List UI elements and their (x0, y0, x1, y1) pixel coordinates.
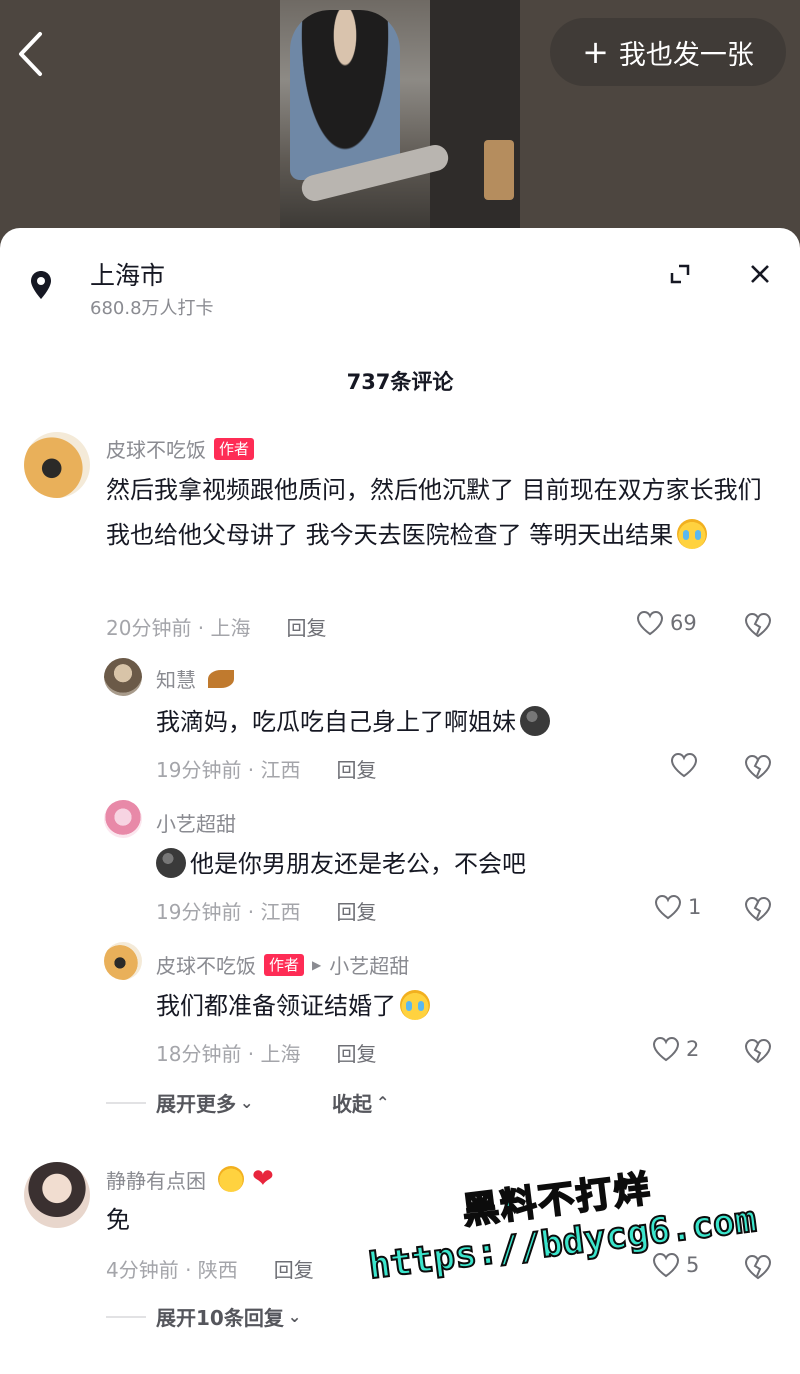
comment-username[interactable]: 皮球不吃饭 作者 (106, 434, 255, 463)
comment-time: 19分钟前 · 江西 (156, 900, 301, 924)
back-button[interactable] (12, 28, 48, 80)
heart-emoji-icon: ❤ (252, 1164, 274, 1194)
heart-icon (652, 1036, 680, 1062)
broken-heart-icon (744, 612, 772, 638)
like-count: 1 (688, 895, 702, 919)
location-pin-icon (24, 268, 58, 302)
plus-icon: + (582, 33, 609, 71)
comment-username[interactable]: 小艺超甜 (156, 808, 236, 837)
divider (106, 1101, 146, 1104)
reply-button[interactable]: 回复 (287, 612, 327, 641)
comment-meta: 4分钟前 · 陕西 回复 (106, 1254, 314, 1283)
crying-emoji-icon (400, 990, 430, 1020)
like-button[interactable] (670, 752, 704, 778)
post-photo-label: 我也发一张 (618, 39, 754, 71)
ball-emoji-icon (520, 706, 550, 736)
expand-icon (670, 264, 690, 284)
reply-button[interactable]: 回复 (337, 1038, 377, 1067)
comment-text: 他是你男朋友还是老公，不会吧 (156, 842, 756, 887)
comment-meta: 18分钟前 · 上海 回复 (156, 1038, 377, 1067)
crying-emoji-icon (677, 519, 708, 549)
like-count: 69 (670, 611, 697, 635)
dislike-button[interactable] (742, 610, 774, 640)
broken-heart-icon (744, 896, 772, 922)
comment-time: 4分钟前 · 陕西 (106, 1258, 238, 1282)
reply-button[interactable]: 回复 (337, 754, 377, 783)
broken-heart-icon (744, 1038, 772, 1064)
dislike-button[interactable] (742, 1036, 774, 1066)
reply-button[interactable]: 回复 (337, 896, 377, 925)
expand-replies-button[interactable]: 展开10条回复 ⌄ (106, 1302, 301, 1331)
comment-time: 18分钟前 · 上海 (156, 1042, 301, 1066)
reply-arrow-icon: ▶ (312, 957, 322, 972)
chevron-down-icon: ⌄ (287, 1307, 302, 1326)
expand-more-button[interactable]: 展开更多 ⌄ (106, 1088, 253, 1117)
comment-time: 20分钟前 · 上海 (106, 616, 251, 640)
leaf-icon (208, 669, 234, 688)
chevron-down-icon: ⌄ (240, 1093, 254, 1112)
divider (106, 1315, 146, 1318)
reply-button[interactable]: 回复 (274, 1254, 314, 1283)
comment-username[interactable]: 知慧 (156, 664, 234, 693)
post-photo[interactable] (280, 0, 520, 228)
comment-time: 19分钟前 · 江西 (156, 758, 301, 782)
author-badge: 作者 (214, 437, 255, 460)
avatar[interactable] (24, 432, 90, 498)
heart-icon (636, 610, 664, 636)
comment-username[interactable]: 静静有点困 ❤ (106, 1164, 274, 1194)
heart-icon (670, 752, 698, 778)
avatar[interactable] (104, 658, 142, 696)
comment-text: 我滴妈，吃瓜吃自己身上了啊姐妹 (156, 700, 756, 745)
location-checkins: 680.8万人打卡 (90, 298, 214, 319)
avatar[interactable] (24, 1162, 90, 1228)
like-button[interactable]: 5 (652, 1252, 699, 1278)
comment-text: 然后我拿视频跟他质问，然后他沉默了 目前现在双方家长我们我也给他父母讲了 我今天… (106, 476, 762, 549)
chevron-up-icon: ⌃ (376, 1093, 390, 1112)
close-button[interactable] (742, 256, 778, 292)
heart-icon (654, 894, 682, 920)
comment-text: 我们都准备领证结婚了 (156, 984, 756, 1029)
location-title[interactable]: 上海市 (90, 256, 165, 292)
close-icon (751, 265, 769, 283)
comment-meta: 19分钟前 · 江西 回复 (156, 896, 377, 925)
comment-meta: 20分钟前 · 上海 回复 (106, 612, 327, 641)
like-button[interactable]: 1 (654, 894, 701, 920)
chevron-left-icon (19, 32, 42, 76)
collapse-button[interactable]: 收起 ⌃ (332, 1088, 389, 1117)
ball-emoji-icon (156, 848, 186, 878)
avatar[interactable] (104, 800, 142, 838)
reply-to-username[interactable]: 小艺超甜 (329, 950, 409, 979)
dislike-button[interactable] (742, 1252, 774, 1282)
avatar[interactable] (104, 942, 142, 980)
like-count: 2 (686, 1037, 700, 1061)
expand-button[interactable] (664, 258, 696, 290)
like-count: 5 (686, 1253, 700, 1277)
comment-username[interactable]: 皮球不吃饭 作者 ▶ 小艺超甜 (156, 950, 409, 979)
heart-icon (652, 1252, 680, 1278)
post-photo-button[interactable]: + 我也发一张 (550, 18, 786, 86)
broken-heart-icon (744, 1254, 772, 1280)
broken-heart-icon (744, 754, 772, 780)
author-badge: 作者 (264, 953, 305, 976)
dislike-button[interactable] (742, 752, 774, 782)
sweat-emoji-icon (218, 1166, 244, 1192)
dislike-button[interactable] (742, 894, 774, 924)
like-button[interactable]: 69 (636, 610, 697, 636)
comment-meta: 19分钟前 · 江西 回复 (156, 754, 377, 783)
comment-count: 737条评论 (346, 370, 454, 394)
like-button[interactable]: 2 (652, 1036, 699, 1062)
